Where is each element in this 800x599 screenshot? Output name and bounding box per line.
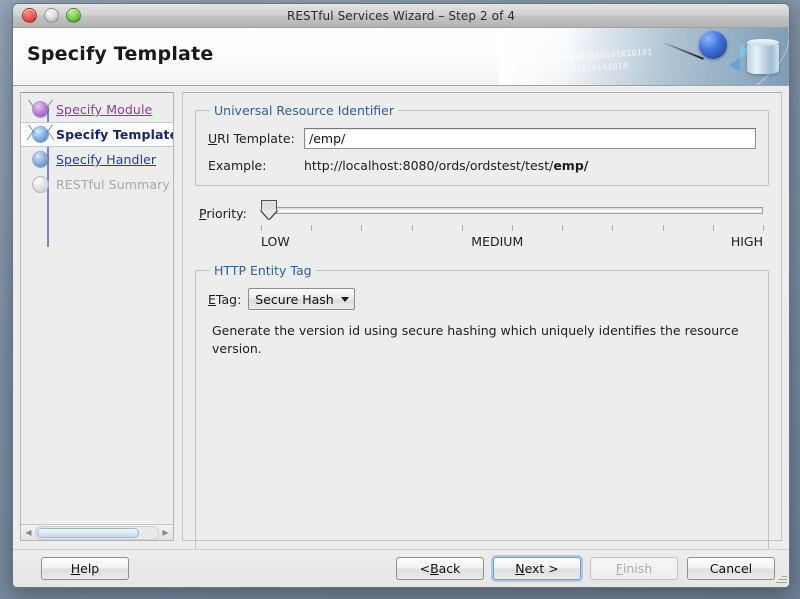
slider-tick xyxy=(311,225,313,231)
scrollbar-thumb[interactable] xyxy=(37,527,140,538)
resize-grip[interactable] xyxy=(774,572,787,585)
uri-template-input[interactable]: /emp/ xyxy=(304,128,756,149)
wizard-banner: Specify Template 01010101010101010101010… xyxy=(13,28,789,86)
slider-label-low: LOW xyxy=(261,234,290,249)
uri-template-row: URI Template: /emp/ xyxy=(208,128,756,149)
steps-list: Specify Module Specify Template Specify … xyxy=(21,93,173,524)
slider-scale-labels: LOW MEDIUM HIGH xyxy=(261,234,763,249)
sidebar-item-specify-handler[interactable]: Specify Handler xyxy=(21,147,173,172)
priority-label: Priority: xyxy=(199,200,261,221)
slider-tick xyxy=(712,225,714,231)
window-controls xyxy=(22,8,81,23)
slider-tick xyxy=(763,225,764,231)
etag-label-mnemonic: E xyxy=(208,291,216,307)
sidebar-item-label: Specify Module xyxy=(56,102,153,117)
help-rest: elp xyxy=(80,561,100,576)
back-button[interactable]: < Back xyxy=(396,557,484,580)
sidebar-horizontal-scrollbar[interactable]: ◀ ▶ xyxy=(21,524,173,540)
next-mnemonic: N xyxy=(515,561,525,576)
slider-track[interactable] xyxy=(269,207,763,214)
sidebar-item-specify-template[interactable]: Specify Template xyxy=(21,122,173,147)
title-bar[interactable]: RESTful Services Wizard – Step 2 of 4 xyxy=(13,4,789,28)
wizard-window: RESTful Services Wizard – Step 2 of 4 Sp… xyxy=(12,3,790,588)
uri-group-legend: Universal Resource Identifier xyxy=(214,103,394,118)
slider-thumb[interactable] xyxy=(261,200,277,219)
example-bold-suffix: emp/ xyxy=(553,158,589,173)
example-value: http://localhost:8080/ords/ordstest/test… xyxy=(304,158,588,173)
finish-button: Finish xyxy=(590,557,678,580)
page-title: Specify Template xyxy=(27,43,214,65)
next-button[interactable]: Next > xyxy=(493,557,581,580)
etag-row: ETag: Secure Hash xyxy=(208,288,756,310)
etag-label: ETag: xyxy=(208,292,241,307)
slider-tick xyxy=(411,225,413,231)
slider-tick xyxy=(512,225,513,231)
scroll-left-icon[interactable]: ◀ xyxy=(22,526,35,540)
steps-panel: Specify Module Specify Template Specify … xyxy=(20,92,174,541)
close-icon[interactable] xyxy=(22,8,37,23)
uri-template-label: URI Template: xyxy=(208,131,304,146)
main-panel: Universal Resource Identifier URI Templa… xyxy=(182,92,782,557)
help-button[interactable]: Help xyxy=(41,557,129,580)
sidebar-item-restful-summary: RESTful Summary xyxy=(21,172,173,197)
sidebar-item-specify-module[interactable]: Specify Module xyxy=(21,97,173,122)
back-rest: ack xyxy=(438,561,461,576)
screen: RESTful Services Wizard – Step 2 of 4 Sp… xyxy=(0,0,800,599)
step-node-done-icon xyxy=(28,99,53,117)
cancel-button[interactable]: Cancel xyxy=(687,557,775,580)
sidebar-item-label: Specify Handler xyxy=(56,152,157,167)
wizard-body: Specify Module Specify Template Specify … xyxy=(13,86,789,557)
uri-template-label-mnemonic: U xyxy=(208,131,218,146)
priority-slider[interactable] xyxy=(261,200,763,220)
sidebar-item-label: Specify Template xyxy=(56,127,173,142)
wizard-footer: Help < Back Next > Finish Cancel xyxy=(13,549,789,587)
slider-tick xyxy=(662,225,664,231)
priority-label-rest: riority: xyxy=(206,206,247,221)
back-mnemonic: B xyxy=(430,561,439,576)
slider-label-medium: MEDIUM xyxy=(471,234,524,249)
step-node-icon xyxy=(33,152,48,167)
chevron-down-icon xyxy=(340,296,349,302)
database-icon xyxy=(747,39,779,74)
minimize-icon[interactable] xyxy=(44,8,59,23)
finish-rest: inish xyxy=(622,561,653,576)
priority-row: Priority: xyxy=(199,200,769,221)
slider-tick xyxy=(612,225,614,231)
etag-type-select[interactable]: Secure Hash xyxy=(248,288,355,310)
window-title: RESTful Services Wizard – Step 2 of 4 xyxy=(286,8,516,23)
nav-buttons: < Back Next > Finish Cancel xyxy=(396,557,775,580)
help-mnemonic: H xyxy=(70,561,81,576)
etag-selected-value: Secure Hash xyxy=(255,291,334,307)
slider-tick xyxy=(562,225,564,231)
uri-group: Universal Resource Identifier URI Templa… xyxy=(195,103,769,186)
slider-label-high: HIGH xyxy=(730,234,763,249)
sync-arrow-left-icon xyxy=(729,58,740,72)
step-node-current-icon xyxy=(26,124,55,142)
slider-tick xyxy=(261,225,262,231)
etag-label-rest: Tag: xyxy=(215,291,242,307)
slider-ticks xyxy=(261,225,764,233)
example-label: Example: xyxy=(208,158,267,173)
maximize-icon[interactable] xyxy=(66,8,81,23)
etag-description: Generate the version id using secure has… xyxy=(212,323,739,357)
etag-group-legend: HTTP Entity Tag xyxy=(214,263,312,278)
example-row: Example: http://localhost:8080/ords/ords… xyxy=(208,158,756,173)
scroll-right-icon[interactable]: ▶ xyxy=(159,526,172,540)
scrollbar-track[interactable] xyxy=(35,525,159,540)
uri-template-label-rest: RI Template: xyxy=(217,131,295,146)
example-prefix: http://localhost:8080/ords/ordstest/test… xyxy=(304,158,554,173)
banner-artwork: 01010101010101010101010101 01010101010 xyxy=(499,28,789,85)
finish-mnemonic: F xyxy=(615,561,623,576)
etag-group: HTTP Entity Tag ETag: Secure Hash Genera… xyxy=(195,263,769,557)
back-prefix: < xyxy=(419,561,431,576)
globe-icon xyxy=(699,31,727,59)
next-rest: ext > xyxy=(524,561,559,576)
slider-tick xyxy=(461,225,463,231)
step-node-disabled-icon xyxy=(33,177,48,192)
sidebar-item-label: RESTful Summary xyxy=(56,177,170,192)
slider-tick xyxy=(361,225,363,231)
